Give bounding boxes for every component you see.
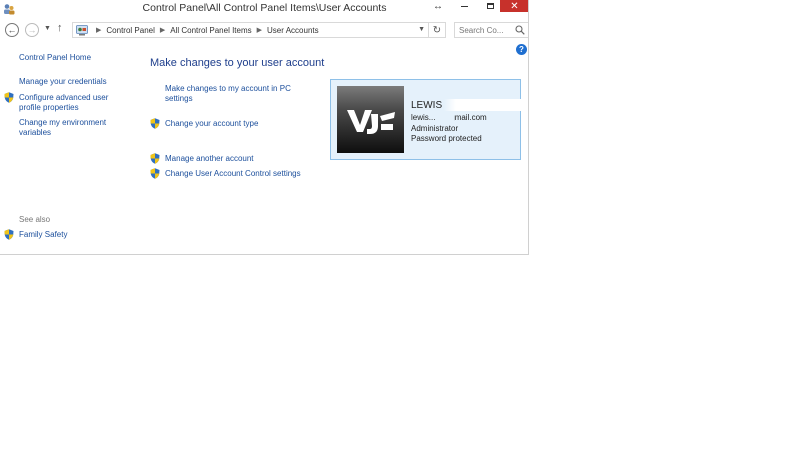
close-button[interactable]: ✕ <box>500 0 528 12</box>
avatar-picture-icon <box>347 110 395 134</box>
search-placeholder: Search Co... <box>459 25 504 35</box>
address-history-dropdown[interactable]: ▼ <box>418 26 425 33</box>
avatar <box>337 86 404 153</box>
redaction-mark <box>436 112 454 122</box>
redaction-mark <box>444 99 522 111</box>
uac-settings-link[interactable]: Change User Account Control settings <box>165 169 301 179</box>
maximize-button[interactable] <box>478 0 502 12</box>
breadcrumb-all-items[interactable]: All Control Panel Items <box>170 26 251 35</box>
account-role: Administrator <box>411 124 459 133</box>
minimize-button[interactable] <box>452 0 476 12</box>
family-safety-link[interactable]: Family Safety <box>19 230 67 240</box>
control-panel-icon <box>76 24 88 35</box>
shield-icon <box>150 118 160 129</box>
configure-advanced-profile-link[interactable]: Configure advanced user profile properti… <box>19 93 119 112</box>
search-icon <box>515 25 525 35</box>
back-button[interactable]: ← <box>5 23 19 37</box>
window-title: Control Panel\All Control Panel Items\Us… <box>142 2 387 14</box>
shield-icon <box>4 229 14 240</box>
up-button[interactable]: ↑ <box>57 22 63 34</box>
breadcrumb-control-panel[interactable]: Control Panel <box>106 26 154 35</box>
help-button[interactable]: ? <box>516 44 527 55</box>
resize-icon[interactable]: ↔ <box>433 1 443 12</box>
account-name: LEWIS <box>411 100 443 111</box>
title-bar[interactable]: Control Panel\All Control Panel Items\Us… <box>0 0 528 18</box>
account-password-status: Password protected <box>411 134 482 143</box>
sidebar: Control Panel Home Manage your credentia… <box>0 40 140 254</box>
shield-icon <box>4 92 14 103</box>
breadcrumb-separator-icon: ▶ <box>159 27 166 34</box>
recent-locations-dropdown[interactable]: ▼ <box>44 25 51 32</box>
change-environment-variables-link[interactable]: Change my environment variables <box>19 118 119 137</box>
manage-another-account-link[interactable]: Manage another account <box>165 154 254 164</box>
change-account-type-link[interactable]: Change your account type <box>165 119 258 129</box>
control-panel-window: Control Panel\All Control Panel Items\Us… <box>0 0 529 255</box>
forward-button[interactable]: → <box>25 23 39 37</box>
breadcrumb-user-accounts[interactable]: User Accounts <box>267 26 319 35</box>
refresh-button[interactable]: ↻ <box>429 22 446 38</box>
navigation-bar: ← → ▼ ↑ ▶ Control Panel ▶ All Control Pa… <box>0 20 528 40</box>
see-also-heading: See also <box>19 215 51 224</box>
breadcrumb-separator-icon: ▶ <box>256 27 263 34</box>
search-input[interactable]: Search Co... <box>454 22 528 38</box>
maximize-icon <box>486 3 494 9</box>
breadcrumb-separator-icon: ▶ <box>96 27 102 34</box>
address-bar[interactable]: ▶ Control Panel ▶ All Control Panel Item… <box>72 22 429 38</box>
pc-settings-link[interactable]: Make changes to my account in PC setting… <box>165 84 305 104</box>
manage-credentials-link[interactable]: Manage your credentials <box>19 77 107 87</box>
shield-icon <box>150 153 160 164</box>
shield-icon <box>150 168 160 179</box>
minimize-icon <box>460 6 468 7</box>
account-card: LEWIS lewis.....t@gmail.com Administrato… <box>330 79 522 160</box>
page-title: Make changes to your user account <box>150 57 325 69</box>
control-panel-home-link[interactable]: Control Panel Home <box>19 53 91 63</box>
